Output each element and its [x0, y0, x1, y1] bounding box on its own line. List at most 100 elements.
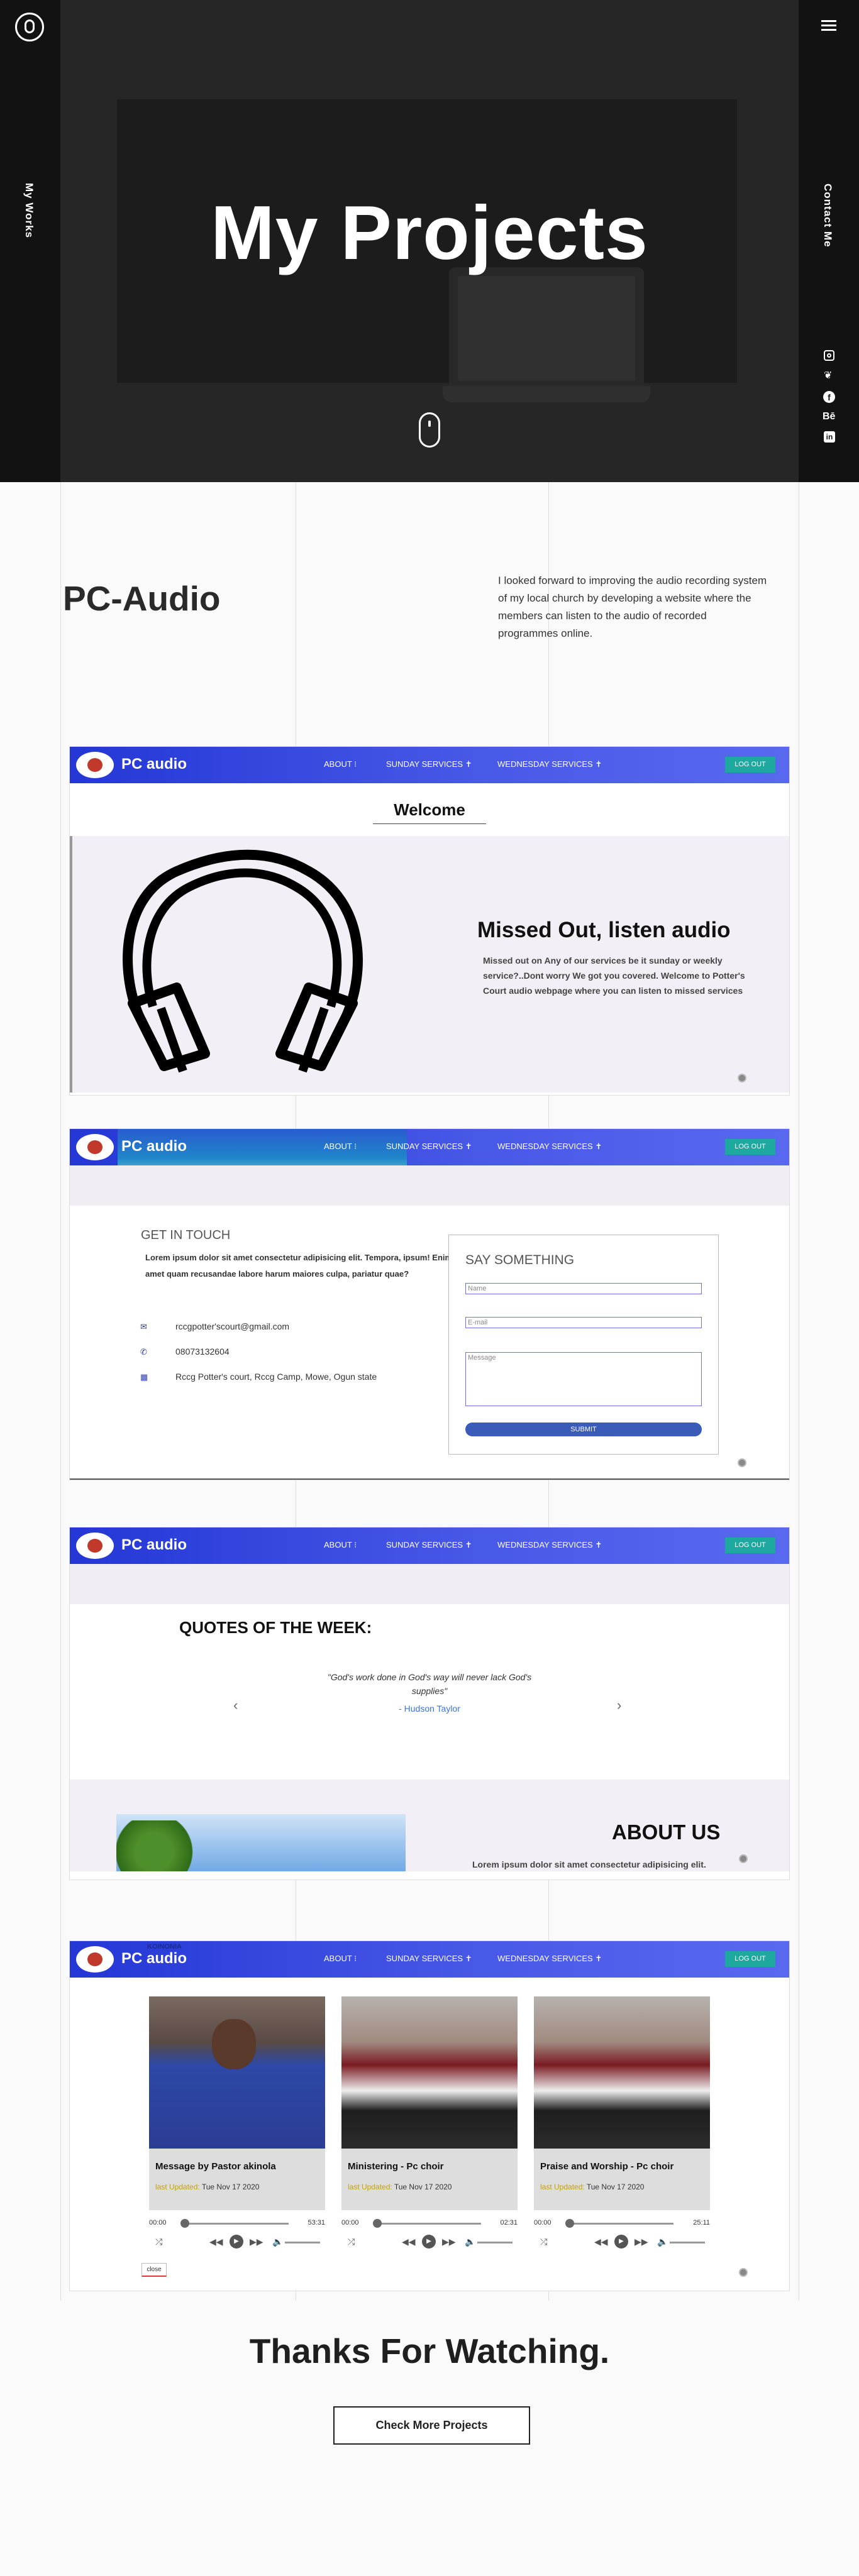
shuffle-icon[interactable]: ⤮ [540, 2237, 547, 2247]
submit-button[interactable]: SUBMIT [465, 1423, 702, 1436]
play-icon[interactable]: ▶ [614, 2235, 628, 2248]
rewind-icon[interactable]: ◀◀ [209, 2237, 223, 2247]
screenshot-audio-list: KOINONIA PC audio ABOUT ⁝ SUNDAY SERVICE… [70, 1941, 789, 2291]
scroll-mouse-icon[interactable] [419, 412, 440, 448]
rewind-icon[interactable]: ◀◀ [594, 2237, 608, 2247]
volume-icon[interactable]: 🔈 [657, 2237, 668, 2247]
volume-slider[interactable] [477, 2242, 513, 2243]
quote-text-continued: supplies" [411, 1686, 448, 1696]
audio-updated: last Updated: Tue Nov 17 2020 [155, 2182, 259, 2191]
address-text: Rccg Potter's court, Rccg Camp, Mowe, Og… [175, 1372, 377, 1382]
shuffle-icon[interactable]: ⤮ [348, 2237, 355, 2247]
logout-button[interactable]: LOG OUT [725, 1951, 775, 1967]
nav-about[interactable]: ABOUT ⁝ [324, 1142, 357, 1152]
instagram-icon[interactable] [824, 350, 834, 361]
behance-icon[interactable]: Bē [823, 411, 835, 422]
nav-wednesday-services[interactable]: WEDNESDAY SERVICES ✝ [497, 759, 602, 769]
audio-player: 00:00 53:31 ⤮ ◀◀ ▶ ▶▶ 🔈 [149, 2215, 325, 2253]
screenshot-quotes: PC audio ABOUT ⁝ SUNDAY SERVICES ✝ WEDNE… [70, 1527, 789, 1880]
shuffle-icon[interactable]: ⤮ [155, 2237, 162, 2247]
linkedin-icon[interactable]: in [824, 431, 835, 443]
nav-wednesday-services[interactable]: WEDNESDAY SERVICES ✝ [497, 1142, 602, 1152]
about-title: ABOUT US [612, 1820, 721, 1844]
scroll-top-icon[interactable] [738, 1458, 746, 1467]
building-icon: ▦ [140, 1372, 148, 1382]
left-sidebar: My Works [0, 0, 60, 482]
seek-bar[interactable] [567, 2223, 673, 2225]
play-icon[interactable]: ▶ [230, 2235, 243, 2248]
duration: 53:31 [308, 2219, 325, 2226]
logo-icon[interactable] [15, 13, 44, 41]
carousel-next-button[interactable]: › [617, 1697, 621, 1714]
phone-text: 08073132604 [175, 1346, 230, 1357]
logout-button[interactable]: LOG OUT [725, 757, 775, 773]
hamburger-icon[interactable] [821, 20, 836, 31]
scroll-top-icon[interactable] [738, 1074, 746, 1082]
facebook-icon[interactable]: f [823, 391, 835, 403]
volume-slider[interactable] [285, 2242, 320, 2243]
message-field[interactable]: Message [465, 1352, 702, 1406]
nav-about[interactable]: ABOUT ⁝ [324, 759, 357, 769]
close-button[interactable]: close [141, 2263, 167, 2277]
nav-wednesday-services[interactable]: WEDNESDAY SERVICES ✝ [497, 1954, 602, 1964]
volume-icon[interactable]: 🔈 [465, 2237, 475, 2247]
choir-photo [341, 1996, 518, 2149]
about-image [116, 1814, 406, 1871]
nav-sunday-services[interactable]: SUNDAY SERVICES ✝ [386, 1540, 472, 1550]
band [70, 1165, 789, 1206]
current-time: 00:00 [149, 2219, 167, 2226]
envelope-icon: ✉ [140, 1322, 147, 1331]
volume-icon[interactable]: 🔈 [272, 2237, 283, 2247]
form-title: SAY SOMETHING [465, 1253, 575, 1267]
logout-button[interactable]: LOG OUT [725, 1538, 775, 1553]
name-field[interactable]: Name [465, 1283, 702, 1294]
forward-icon[interactable]: ▶▶ [442, 2237, 456, 2247]
forward-icon[interactable]: ▶▶ [250, 2237, 263, 2247]
nav-sunday-services[interactable]: SUNDAY SERVICES ✝ [386, 1954, 472, 1964]
seek-bar[interactable] [182, 2223, 289, 2225]
contact-address: ▦ Rccg Potter's court, Rccg Camp, Mowe, O… [140, 1372, 377, 1382]
play-icon[interactable]: ▶ [422, 2235, 436, 2248]
audio-card[interactable]: Ministering - Pc choir last Updated: Tue… [341, 1996, 518, 2210]
updated-date: Tue Nov 17 2020 [586, 2182, 645, 2191]
contact-me-link[interactable]: Contact Me [821, 184, 834, 248]
nav-sunday-services[interactable]: SUNDAY SERVICES ✝ [386, 1142, 472, 1152]
contact-phone: ✆ 08073132604 [140, 1346, 230, 1357]
logout-button[interactable]: LOG OUT [725, 1139, 775, 1155]
scroll-top-icon[interactable] [739, 2268, 748, 2277]
site-brand: PC audio [121, 1950, 187, 1967]
get-in-touch-title: GET IN TOUCH [141, 1228, 231, 1242]
seek-knob[interactable] [373, 2219, 382, 2228]
scroll-top-icon[interactable] [739, 1854, 748, 1863]
band [70, 1564, 789, 1604]
seek-knob[interactable] [565, 2219, 574, 2228]
quote-author: - Hudson Taylor [399, 1704, 460, 1714]
carousel-prev-button[interactable]: ‹ [233, 1697, 238, 1714]
nav-sunday-services[interactable]: SUNDAY SERVICES ✝ [386, 759, 472, 769]
site-brand: PC audio [121, 1138, 187, 1155]
email-field[interactable]: E-mail [465, 1317, 702, 1328]
seek-knob[interactable] [180, 2219, 189, 2228]
twitter-icon[interactable]: ❦ [824, 371, 835, 381]
nav-wednesday-services[interactable]: WEDNESDAY SERVICES ✝ [497, 1540, 602, 1550]
check-more-projects-button[interactable]: Check More Projects [333, 2406, 530, 2445]
my-works-link[interactable]: My Works [23, 179, 35, 242]
current-time: 00:00 [534, 2219, 551, 2226]
right-sidebar: Contact Me ❦ f Bē in [799, 0, 859, 482]
audio-card[interactable]: Message by Pastor akinola last Updated: … [149, 1996, 325, 2210]
nav-about[interactable]: ABOUT ⁝ [324, 1540, 357, 1550]
audio-card[interactable]: Praise and Worship - Pc choir last Updat… [534, 1996, 710, 2210]
quotes-title: QUOTES OF THE WEEK: [179, 1618, 372, 1637]
audio-updated: last Updated: Tue Nov 17 2020 [540, 2182, 644, 2191]
duration: 02:31 [500, 2219, 518, 2226]
forward-icon[interactable]: ▶▶ [635, 2237, 648, 2247]
quote-text: "God's work done in God's way will never… [327, 1672, 532, 1682]
missed-out-description: Missed out on Any of our services be it … [483, 955, 745, 996]
volume-slider[interactable] [670, 2242, 705, 2243]
rewind-icon[interactable]: ◀◀ [402, 2237, 416, 2247]
nav-about[interactable]: ABOUT ⁝ [324, 1954, 357, 1964]
updated-label: last Updated: [155, 2182, 200, 2191]
divider [70, 1478, 789, 1480]
site-navbar: KOINONIA PC audio ABOUT ⁝ SUNDAY SERVICE… [70, 1941, 789, 1978]
seek-bar[interactable] [374, 2223, 481, 2225]
